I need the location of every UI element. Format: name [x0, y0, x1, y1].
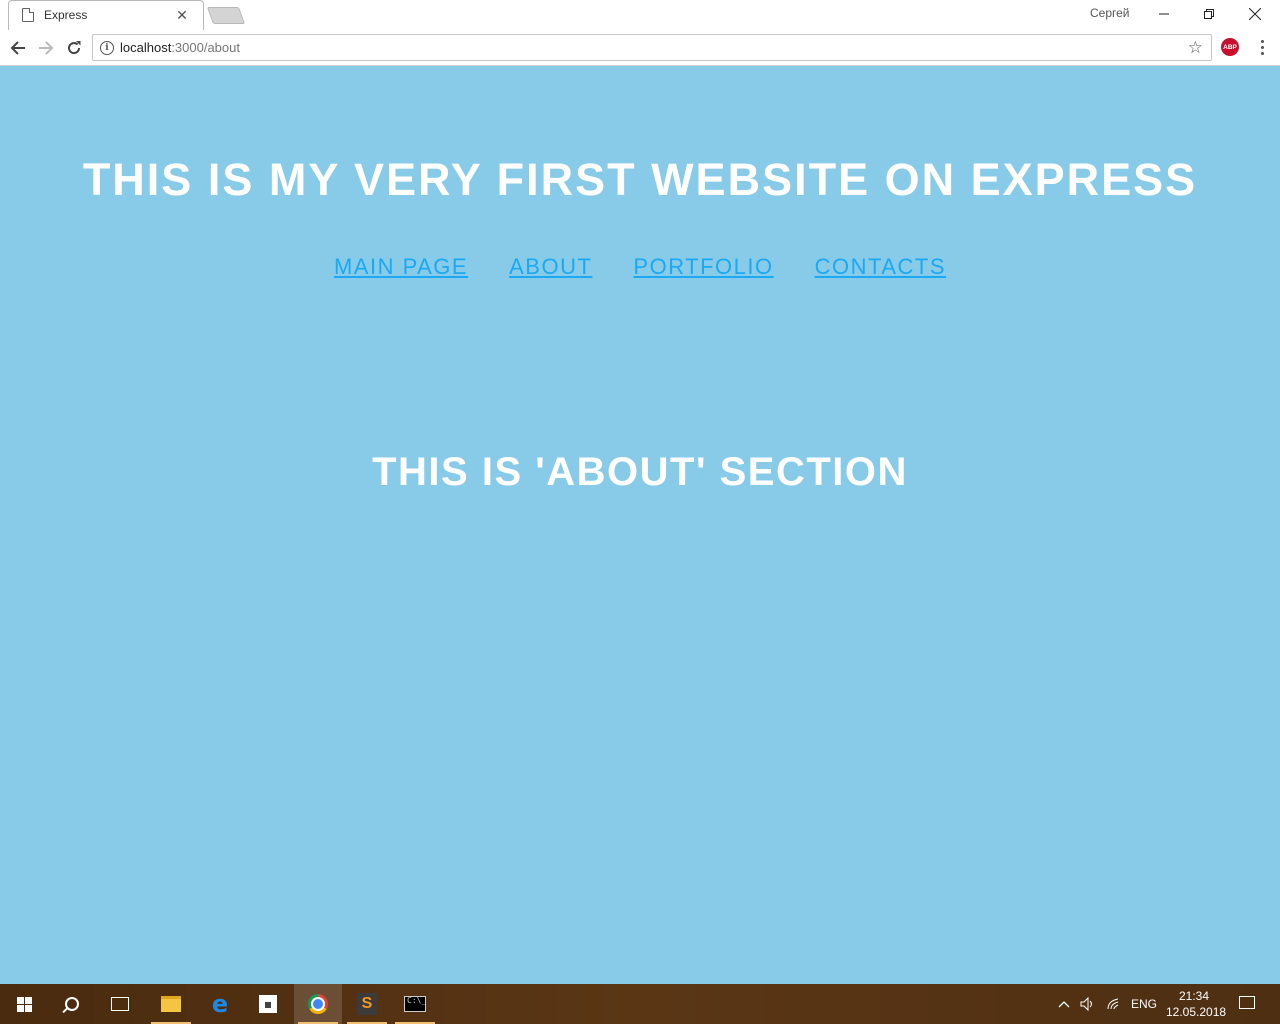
adblock-plus-icon[interactable]: ABP — [1221, 38, 1239, 56]
minimize-icon — [1159, 13, 1169, 15]
restore-icon — [1204, 9, 1214, 19]
input-language[interactable]: ENG — [1131, 984, 1157, 1024]
nav-link-main-page[interactable]: MAIN PAGE — [334, 254, 468, 280]
nav-link-about[interactable]: ABOUT — [509, 254, 592, 280]
edge-button[interactable]: e — [196, 984, 244, 1024]
chrome-button[interactable] — [294, 984, 342, 1024]
back-button[interactable] — [6, 36, 30, 60]
site-navigation: MAIN PAGE ABOUT PORTFOLIO CONTACTS — [0, 254, 1280, 280]
address-bar[interactable]: i localhost:3000/about ☆ — [92, 34, 1212, 61]
reload-icon — [68, 41, 81, 55]
bookmark-star-icon[interactable]: ☆ — [1188, 38, 1203, 58]
site-title: THIS IS MY VERY FIRST WEBSITE ON EXPRESS — [82, 154, 1198, 205]
task-view-icon — [111, 997, 129, 1011]
clock-date: 12.05.2018 — [1166, 1005, 1227, 1019]
reload-button[interactable] — [62, 36, 86, 60]
command-prompt-button[interactable]: C:\_ — [391, 984, 439, 1024]
taskbar-clock[interactable]: 21:34 12.05.2018 — [1166, 988, 1227, 1020]
store-icon — [259, 995, 277, 1013]
minimize-button[interactable] — [1141, 0, 1187, 28]
browser-toolbar: i localhost:3000/about ☆ ABP — [0, 30, 1280, 66]
show-hidden-icons-button[interactable] — [1058, 984, 1070, 1024]
forward-arrow-icon — [39, 41, 54, 55]
speaker-icon — [1080, 997, 1092, 1011]
chevron-up-icon — [1058, 1001, 1070, 1008]
sublime-text-icon: S — [357, 993, 377, 1015]
close-icon — [1249, 8, 1261, 20]
browser-menu-icon[interactable] — [1254, 37, 1270, 57]
start-button[interactable] — [0, 984, 48, 1024]
tab-title: Express — [44, 8, 88, 22]
command-prompt-icon: C:\_ — [404, 996, 426, 1012]
new-tab-button[interactable] — [206, 7, 246, 24]
nav-link-portfolio[interactable]: PORTFOLIO — [633, 254, 773, 280]
restore-button[interactable] — [1186, 0, 1232, 28]
action-center-icon[interactable] — [1239, 996, 1255, 1009]
volume-button[interactable] — [1080, 984, 1096, 1024]
url-text[interactable]: localhost:3000/about — [120, 40, 240, 55]
tab-strip: Express ✕ Сергей — [0, 0, 1280, 30]
forward-button[interactable] — [34, 36, 58, 60]
network-button[interactable] — [1106, 984, 1122, 1024]
edge-icon: e — [211, 990, 229, 1018]
windows-logo-icon — [16, 996, 32, 1012]
back-arrow-icon — [10, 41, 25, 55]
search-button[interactable] — [48, 984, 96, 1024]
close-tab-icon[interactable]: ✕ — [174, 7, 190, 23]
windows-taskbar: e S C:\_ ENG 21:34 12.05.2018 — [0, 984, 1280, 1024]
profile-name[interactable]: Сергей — [1090, 6, 1130, 20]
chrome-icon — [308, 994, 328, 1014]
task-view-button[interactable] — [96, 984, 144, 1024]
section-title: THIS IS 'ABOUT' SECTION — [372, 450, 908, 494]
page-icon — [22, 8, 34, 22]
file-explorer-button[interactable] — [147, 984, 195, 1024]
nav-link-contacts[interactable]: CONTACTS — [815, 254, 946, 280]
store-button[interactable] — [244, 984, 292, 1024]
browser-tab-content[interactable]: Express ✕ — [10, 0, 196, 30]
site-info-icon[interactable]: i — [100, 40, 114, 55]
folder-icon — [161, 996, 181, 1012]
wifi-icon — [1107, 998, 1119, 1010]
clock-time: 21:34 — [1178, 989, 1210, 1003]
page-viewport: THIS IS MY VERY FIRST WEBSITE ON EXPRESS… — [0, 66, 1280, 984]
close-window-button[interactable] — [1232, 0, 1278, 28]
search-icon — [65, 997, 79, 1011]
sublime-text-button[interactable]: S — [343, 984, 391, 1024]
